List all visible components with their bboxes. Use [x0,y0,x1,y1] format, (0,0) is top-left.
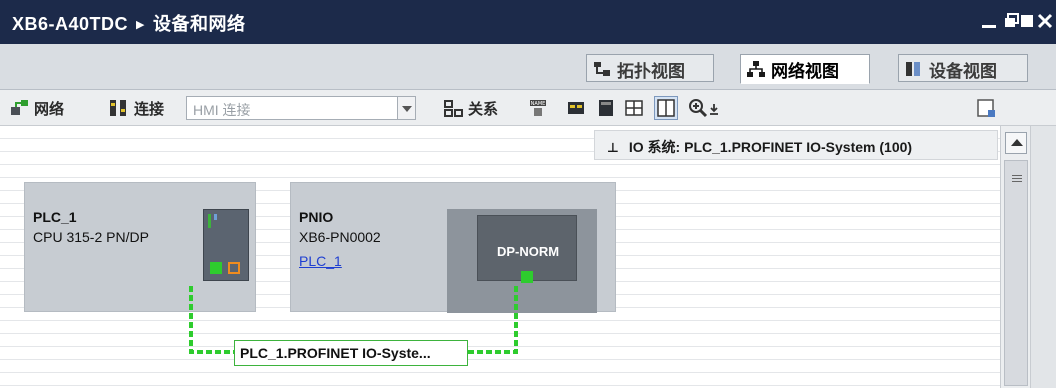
side-panel-collapsed[interactable] [1030,126,1056,388]
scroll-thumb[interactable] [1004,160,1028,386]
profinet-subnet-label[interactable]: PLC_1.PROFINET IO-Syste... [234,340,468,366]
grip-icon [1012,175,1022,182]
profinet-subnet-line[interactable] [0,0,1000,388]
scroll-up-icon[interactable] [1005,132,1027,154]
close-icon[interactable] [1036,12,1054,30]
vertical-scrollbar[interactable] [1000,126,1030,388]
maximize-icon[interactable] [1018,12,1036,30]
